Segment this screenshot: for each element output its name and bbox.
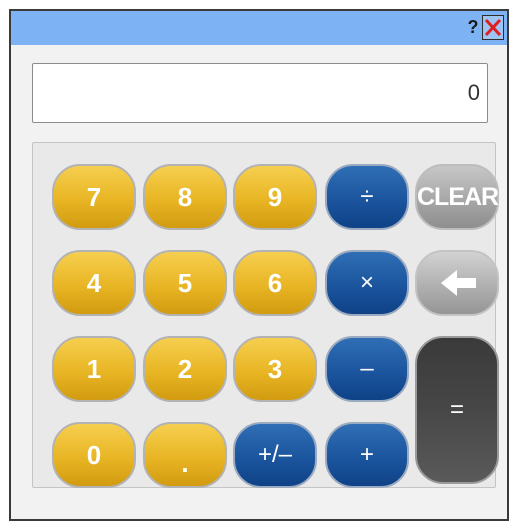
close-x-icon	[484, 18, 502, 37]
multiply-button[interactable]: ×	[325, 250, 409, 316]
add-button[interactable]: +	[325, 422, 409, 488]
equals-button[interactable]: =	[415, 336, 499, 484]
title-bar: ?	[11, 11, 507, 45]
clear-button[interactable]: CLEAR	[415, 164, 499, 230]
key-7[interactable]: 7	[52, 164, 136, 230]
key-6[interactable]: 6	[233, 250, 317, 316]
help-button[interactable]: ?	[465, 16, 481, 38]
arrow-left-icon	[441, 270, 476, 296]
key-2[interactable]: 2	[143, 336, 227, 402]
close-button[interactable]	[482, 15, 504, 40]
decimal-button[interactable]: .	[143, 422, 227, 488]
keypad: 7 8 9 ÷ CLEAR 4 5 6 × 1 2 3 – = 0 . +/– …	[32, 142, 499, 488]
key-9[interactable]: 9	[233, 164, 317, 230]
key-3[interactable]: 3	[233, 336, 317, 402]
subtract-button[interactable]: –	[325, 336, 409, 402]
negate-button[interactable]: +/–	[233, 422, 317, 488]
divide-button[interactable]: ÷	[325, 164, 409, 230]
key-0[interactable]: 0	[52, 422, 136, 488]
calculator-display: 0	[32, 63, 488, 123]
key-1[interactable]: 1	[52, 336, 136, 402]
decimal-label: .	[181, 448, 189, 478]
key-5[interactable]: 5	[143, 250, 227, 316]
backspace-button[interactable]	[415, 250, 499, 316]
calculator-window: ? 0 7 8 9 ÷ CLEAR 4 5 6 × 1 2 3 – = 0 . …	[9, 9, 509, 521]
key-8[interactable]: 8	[143, 164, 227, 230]
key-4[interactable]: 4	[52, 250, 136, 316]
display-value: 0	[467, 80, 480, 105]
